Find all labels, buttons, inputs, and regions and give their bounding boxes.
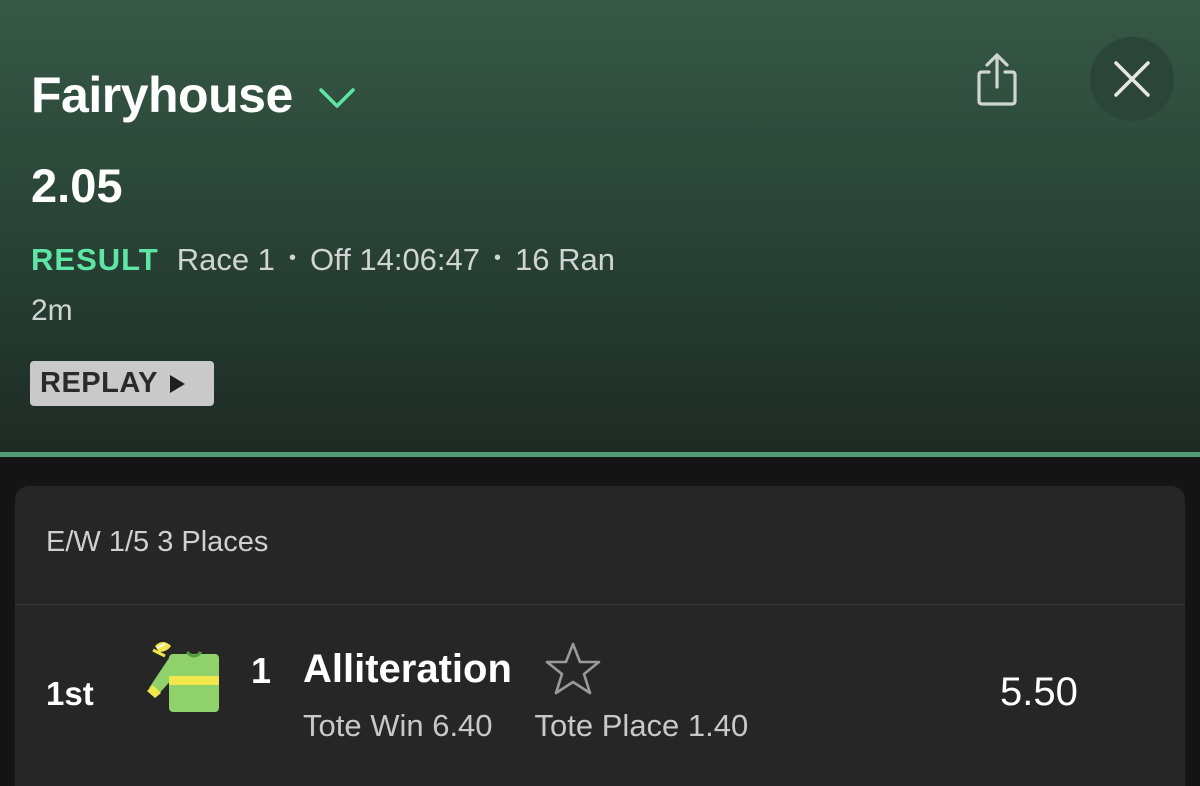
close-button[interactable] xyxy=(1090,37,1174,121)
each-way-terms: E/W 1/5 3 Places xyxy=(46,526,269,558)
off-time: Off 14:06:47 xyxy=(309,242,481,277)
venue-selector[interactable]: Fairyhouse xyxy=(31,64,357,126)
replay-label: REPLAY xyxy=(40,367,158,399)
separator: • xyxy=(494,246,502,269)
venue-title: Fairyhouse xyxy=(31,67,293,123)
star-icon[interactable] xyxy=(543,640,603,698)
replay-button[interactable]: REPLAY xyxy=(30,361,214,406)
runner-count: 16 Ran xyxy=(515,242,615,277)
tote-place: Tote Place 1.40 xyxy=(534,708,749,743)
race-info: RESULT Race 1 • Off 14:06:47 • 16 Ran xyxy=(31,242,615,278)
play-icon xyxy=(169,374,185,393)
race-label: Race 1 xyxy=(176,242,275,277)
share-icon[interactable] xyxy=(974,50,1020,108)
starting-price: 5.50 xyxy=(1000,670,1078,714)
race-time: 2.05 xyxy=(31,159,123,212)
race-distance: 2m xyxy=(31,294,73,327)
chevron-down-icon[interactable] xyxy=(317,86,357,110)
tote-dividends: Tote Win 6.40 Tote Place 1.40 xyxy=(303,708,748,744)
race-header: Fairyhouse 2.05 RESULT Race 1 • Off 14:0… xyxy=(0,0,1200,452)
close-icon xyxy=(1114,61,1150,97)
runner-number: 1 xyxy=(251,650,272,691)
tote-win: Tote Win 6.40 xyxy=(303,708,493,743)
result-card: E/W 1/5 3 Places 1st 1 Alliteration Tote… xyxy=(15,486,1185,786)
separator: • xyxy=(288,246,296,269)
status-badge: RESULT xyxy=(31,242,159,277)
finish-position: 1st xyxy=(46,675,94,712)
card-divider xyxy=(15,604,1185,605)
jockey-silks-icon xyxy=(147,642,219,712)
horse-name: Alliteration xyxy=(303,647,512,691)
header-divider xyxy=(0,452,1200,457)
